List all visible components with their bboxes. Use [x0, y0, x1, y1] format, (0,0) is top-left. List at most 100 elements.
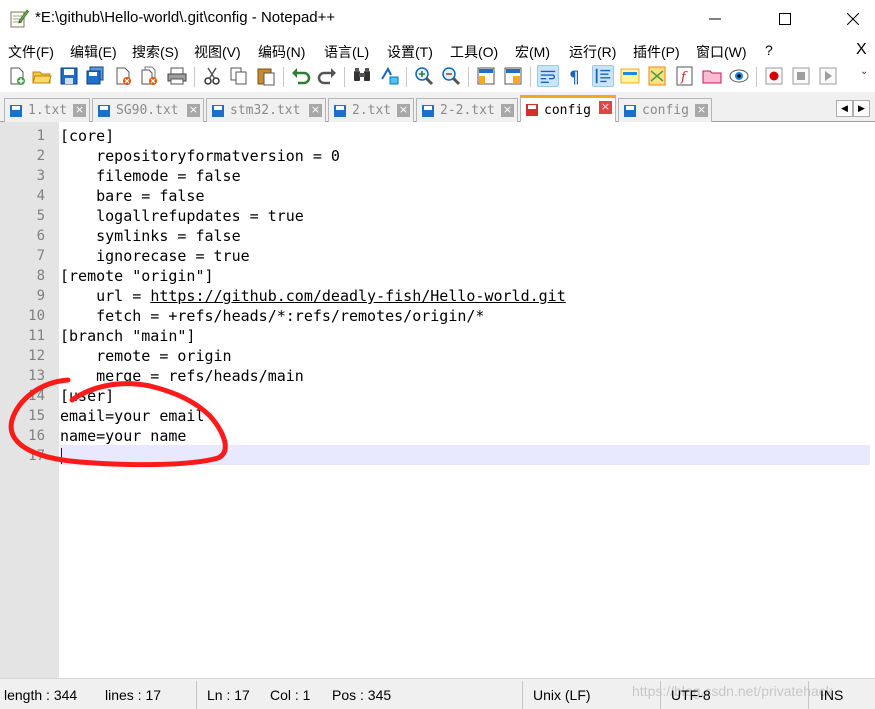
tab-config[interactable]: config × — [618, 98, 712, 122]
zoom-in-icon[interactable] — [413, 65, 435, 87]
tab-scroll-right-button[interactable]: ▶ — [853, 100, 870, 117]
code-line[interactable]: [core] — [60, 126, 114, 146]
code-line[interactable]: email=your email — [60, 406, 205, 426]
sync-vertical-icon[interactable] — [475, 65, 497, 87]
code-line[interactable]: logallrefupdates = true — [60, 206, 304, 226]
tab-label: 2.txt — [352, 103, 392, 118]
menu-settings[interactable]: 设置(T) — [387, 42, 433, 62]
tab-config-active[interactable]: config × — [520, 95, 616, 122]
menu-encoding[interactable]: 编码(N) — [258, 42, 305, 62]
replace-icon[interactable] — [378, 65, 400, 87]
code-line[interactable]: remote = origin — [60, 346, 231, 366]
menu-file[interactable]: 文件(F) — [8, 42, 54, 62]
line-number: 1 — [36, 128, 45, 144]
menu-view[interactable]: 视图(V) — [194, 42, 241, 62]
line-number: 4 — [36, 188, 45, 204]
status-insert-mode[interactable]: INS — [820, 687, 843, 703]
monitoring-icon[interactable] — [728, 65, 750, 87]
status-encoding[interactable]: UTF-8 — [671, 687, 711, 703]
close-all-icon[interactable] — [138, 65, 160, 87]
word-wrap-icon[interactable] — [537, 65, 559, 87]
menu-run[interactable]: 运行(R) — [569, 42, 616, 62]
maximize-button[interactable] — [762, 0, 808, 38]
menu-language[interactable]: 语言(L) — [324, 42, 369, 62]
code-line[interactable]: bare = false — [60, 186, 204, 206]
status-lines: lines : 17 — [105, 687, 162, 703]
new-file-icon[interactable] — [6, 65, 28, 87]
status-eol-format[interactable]: Unix (LF) — [533, 687, 591, 703]
editor-area[interactable]: 1 2 3 4 5 6 7 8 9 10 11 12 13 14 15 16 17 [core] reposit… — [0, 122, 875, 678]
save-icon[interactable] — [58, 65, 80, 87]
show-all-characters-icon[interactable]: ¶ — [564, 65, 586, 87]
code-line[interactable]: merge = refs/heads/main — [60, 366, 304, 386]
window-title: *E:\github\Hello-world\.git\config - Not… — [35, 9, 336, 26]
tab-2-txt[interactable]: 2.txt × — [328, 98, 414, 122]
code-line[interactable]: [user] — [60, 386, 114, 406]
tab-2-2-txt[interactable]: 2-2.txt × — [416, 98, 518, 122]
folder-as-workspace-icon[interactable] — [701, 65, 723, 87]
tab-close-icon[interactable]: × — [309, 104, 322, 117]
tab-label: stm32.txt — [230, 103, 301, 118]
tab-close-icon[interactable]: × — [187, 104, 200, 117]
code-line[interactable]: name=your name — [60, 426, 186, 446]
user-defined-language-icon[interactable] — [619, 65, 641, 87]
code-line[interactable]: [remote "origin"] — [60, 266, 214, 286]
code-line[interactable]: repositoryformatversion = 0 — [60, 146, 340, 166]
menu-help[interactable]: ? — [765, 42, 773, 58]
menu-search[interactable]: 搜索(S) — [132, 42, 179, 62]
status-length: length : 344 — [4, 687, 78, 703]
stop-macro-icon[interactable] — [790, 65, 812, 87]
tab-1-txt[interactable]: 1.txt × — [4, 98, 90, 122]
save-all-icon[interactable] — [84, 65, 106, 87]
toolbar-overflow-icon[interactable]: ⌄ — [860, 66, 868, 77]
tab-label: 1.txt — [28, 103, 68, 118]
sync-horizontal-icon[interactable] — [502, 65, 524, 87]
status-separator — [808, 681, 809, 709]
remote-url-link[interactable]: https://github.com/deadly-fish/Hello-wor… — [150, 287, 565, 305]
redo-icon[interactable] — [316, 65, 338, 87]
tab-stm32-txt[interactable]: stm32.txt × — [206, 98, 326, 122]
close-file-icon[interactable] — [112, 65, 134, 87]
paste-icon[interactable] — [255, 65, 277, 87]
minimize-icon — [709, 18, 721, 20]
minimize-button[interactable] — [692, 0, 738, 38]
saved-file-icon — [212, 104, 224, 117]
code-line[interactable]: [branch "main"] — [60, 326, 195, 346]
indent-guide-icon[interactable] — [592, 65, 614, 87]
tab-close-icon[interactable]: × — [73, 104, 86, 117]
line-number: 7 — [36, 248, 45, 264]
code-line[interactable]: url = https://github.com/deadly-fish/Hel… — [60, 286, 566, 306]
code-line[interactable]: filemode = false — [60, 166, 241, 186]
menu-macro[interactable]: 宏(M) — [515, 42, 550, 62]
cut-icon[interactable] — [201, 65, 223, 87]
copy-icon[interactable] — [228, 65, 250, 87]
code-line[interactable]: fetch = +refs/heads/*:refs/remotes/origi… — [60, 306, 484, 326]
tab-scroll-left-button[interactable]: ◀ — [836, 100, 853, 117]
line-number: 17 — [28, 448, 45, 464]
menu-window[interactable]: 窗口(W) — [696, 42, 747, 62]
text-caret — [61, 448, 62, 464]
find-icon[interactable] — [351, 65, 373, 87]
close-button[interactable] — [830, 0, 875, 38]
tab-close-icon[interactable]: × — [501, 104, 514, 117]
print-icon[interactable] — [166, 65, 188, 87]
open-file-icon[interactable] — [31, 65, 53, 87]
function-list-icon[interactable]: f — [674, 65, 696, 87]
close-document-button[interactable]: X — [856, 41, 867, 59]
line-number: 8 — [36, 268, 45, 284]
undo-icon[interactable] — [290, 65, 312, 87]
menu-edit[interactable]: 编辑(E) — [70, 42, 117, 62]
code-line[interactable]: symlinks = false — [60, 226, 241, 246]
tab-sg90-txt[interactable]: SG90.txt × — [92, 98, 204, 122]
code-line[interactable]: ignorecase = true — [60, 246, 250, 266]
document-map-icon[interactable] — [646, 65, 668, 87]
record-macro-icon[interactable] — [763, 65, 785, 87]
tab-close-icon[interactable]: × — [397, 104, 410, 117]
zoom-out-icon[interactable] — [440, 65, 462, 87]
tab-close-icon[interactable]: × — [695, 104, 708, 117]
play-macro-icon[interactable] — [817, 65, 839, 87]
menu-plugins[interactable]: 插件(P) — [633, 42, 680, 62]
menu-tools[interactable]: 工具(O) — [450, 42, 498, 62]
tab-close-icon[interactable]: × — [599, 101, 612, 114]
vertical-scrollbar[interactable] — [870, 122, 875, 678]
